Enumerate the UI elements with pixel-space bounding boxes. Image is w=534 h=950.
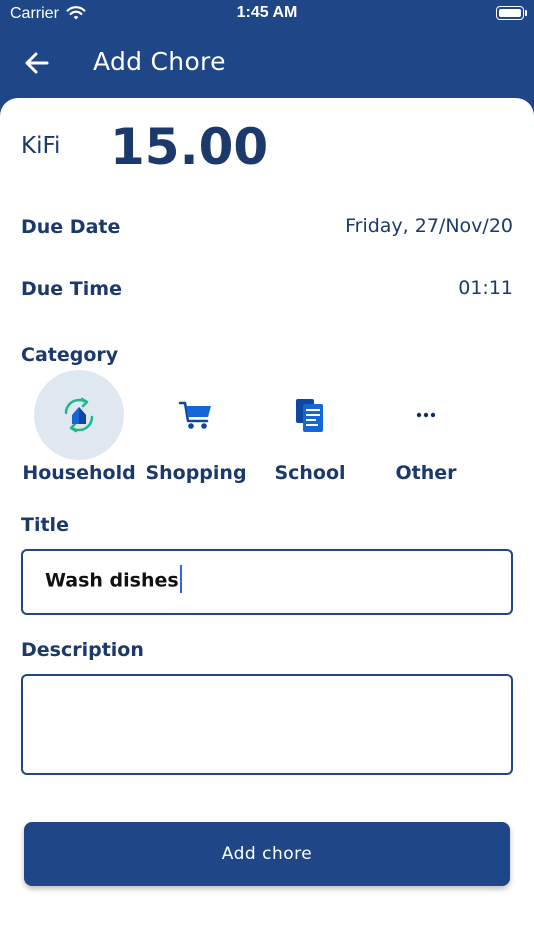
- category-household-label: Household: [22, 462, 136, 484]
- currency-label: KiFi: [21, 133, 61, 159]
- back-button[interactable]: [22, 48, 52, 78]
- due-time-label: Due Time: [21, 278, 122, 300]
- description-label: Description: [21, 639, 144, 661]
- due-date-value[interactable]: Friday, 27/Nov/20: [345, 215, 513, 237]
- title-label: Title: [21, 514, 69, 536]
- category-household[interactable]: Household: [21, 370, 137, 490]
- navigation-bar: Add Chore: [0, 34, 534, 90]
- add-chore-button[interactable]: Add chore: [24, 822, 510, 886]
- shopping-cart-icon: [178, 401, 211, 429]
- category-school-label: School: [274, 462, 346, 484]
- category-other-label: Other: [395, 462, 457, 484]
- status-bar: Carrier 1:45 AM: [0, 0, 534, 30]
- category-selector: Household Shopping School Other: [0, 370, 534, 494]
- battery-icon: [496, 6, 527, 20]
- text-caret: [179, 565, 182, 593]
- content-sheet: KiFi 15.00 Due Date Friday, 27/Nov/20 Du…: [0, 98, 534, 950]
- amount-value: 15.00: [110, 118, 269, 176]
- arrow-left-icon: [25, 52, 49, 74]
- due-time-value[interactable]: 01:11: [458, 277, 513, 299]
- category-label: Category: [21, 344, 119, 366]
- category-shopping-label: Shopping: [145, 462, 247, 484]
- title-input-value: Wash dishes: [45, 569, 179, 592]
- page-title: Add Chore: [93, 47, 226, 76]
- school-document-icon: [296, 399, 323, 432]
- status-time: 1:45 AM: [236, 4, 298, 21]
- household-icon: [64, 397, 94, 433]
- category-shopping[interactable]: Shopping: [138, 370, 254, 490]
- category-school[interactable]: School: [252, 370, 368, 490]
- due-date-label: Due Date: [21, 216, 121, 238]
- category-other[interactable]: Other: [368, 370, 484, 490]
- more-dots-icon: [416, 412, 436, 418]
- title-input[interactable]: Wash dishes: [21, 549, 513, 615]
- description-input[interactable]: [21, 674, 513, 775]
